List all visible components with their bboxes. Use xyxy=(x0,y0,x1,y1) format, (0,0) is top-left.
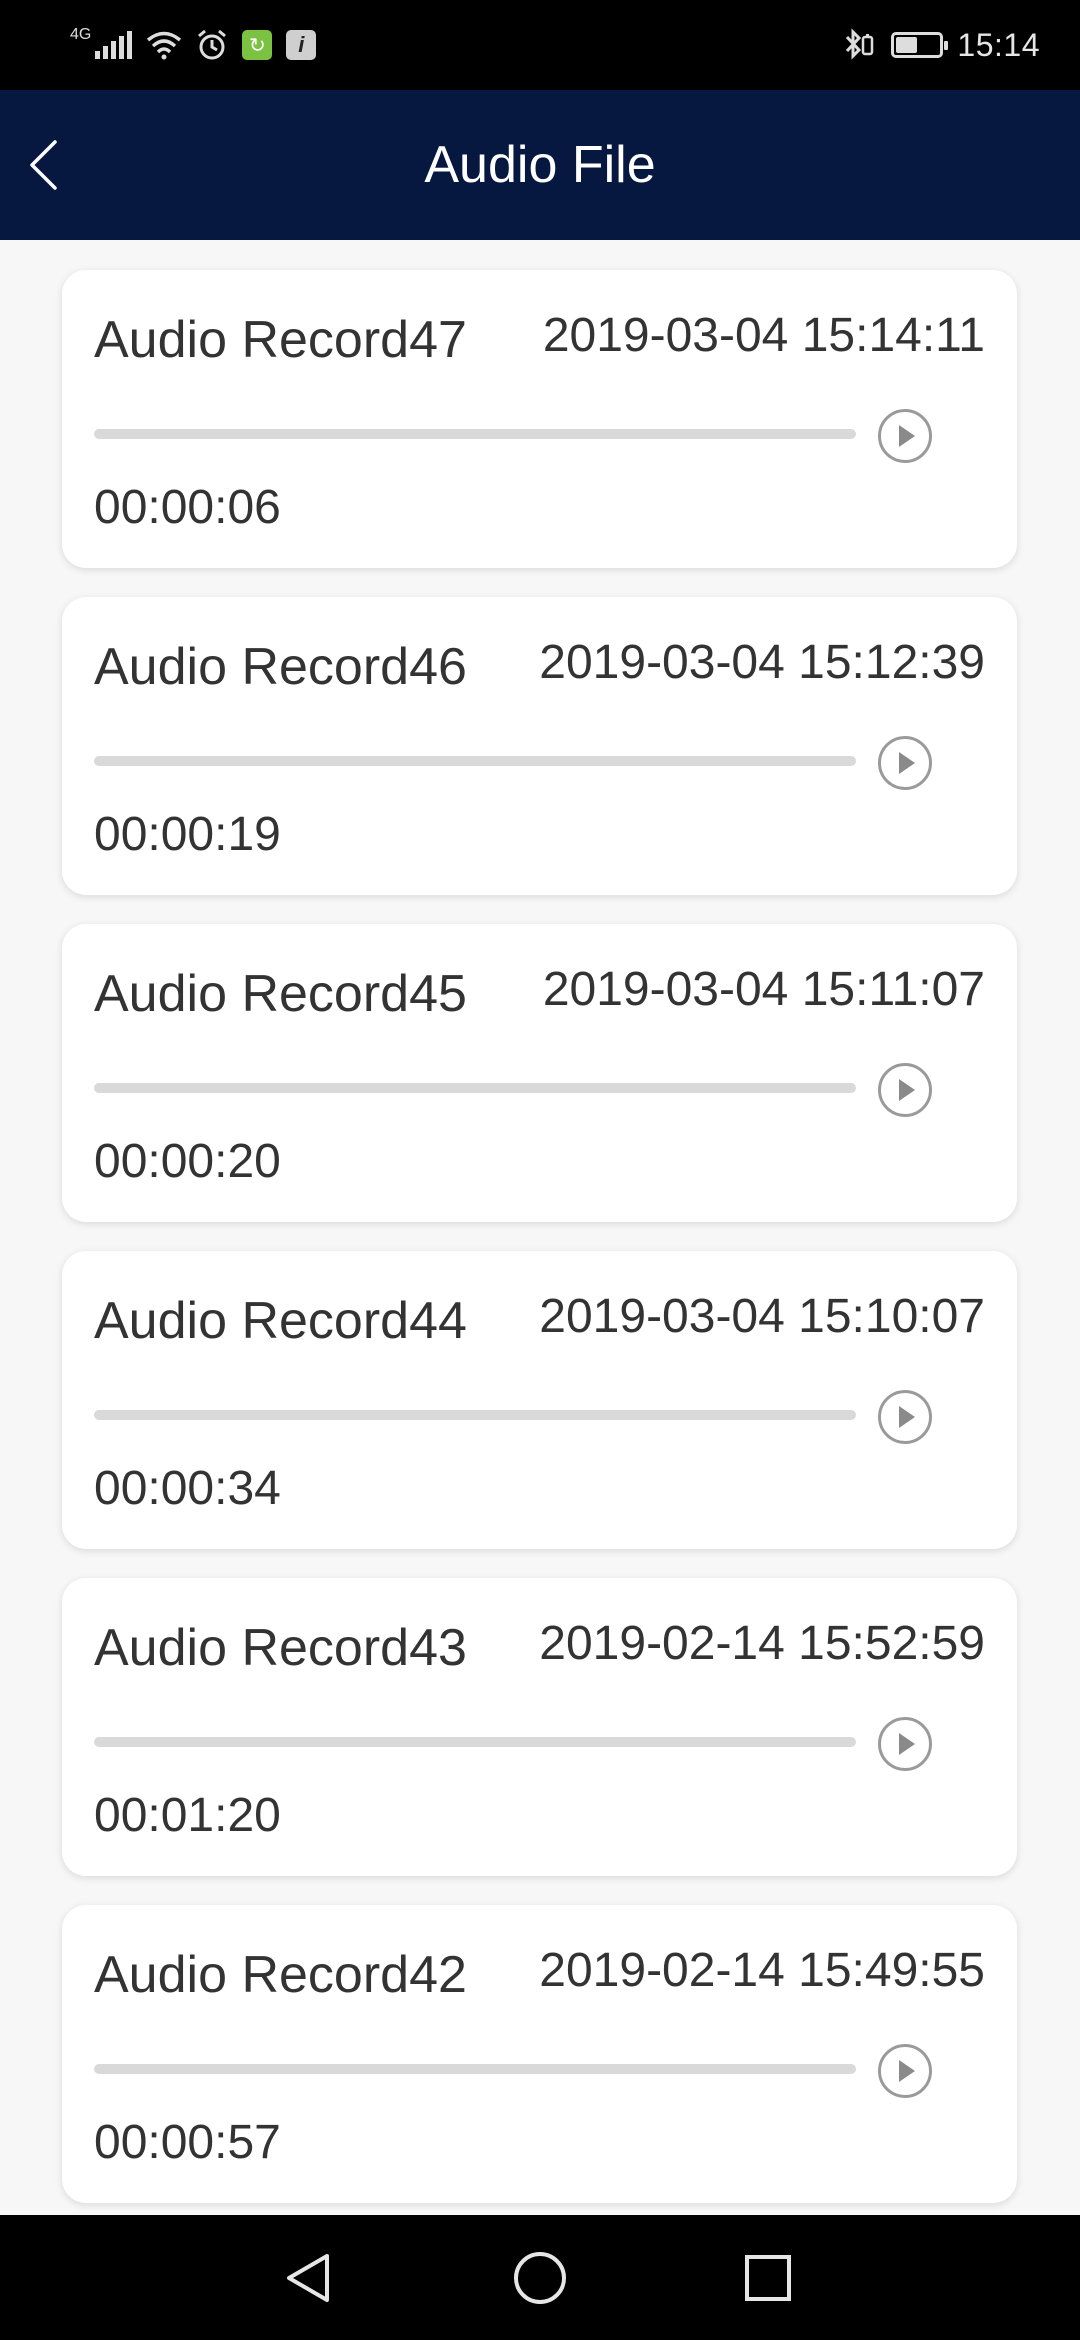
status-left-icons: 4G ↻ i xyxy=(70,26,317,61)
info-icon: i xyxy=(286,30,317,60)
system-nav-bar xyxy=(0,2215,1080,2340)
record-duration: 00:00:34 xyxy=(94,1462,281,1515)
record-name: Audio Record45 xyxy=(94,965,467,1023)
record-name: Audio Record42 xyxy=(94,1946,467,2004)
bluetooth-icon xyxy=(841,28,877,62)
record-date: 2019-02-14 15:49:55 xyxy=(539,1944,985,1997)
record-duration: 00:01:20 xyxy=(94,1789,281,1842)
network-type-label: 4G xyxy=(70,26,92,43)
playback-progress-bar[interactable] xyxy=(94,1410,856,1420)
record-duration: 00:00:19 xyxy=(94,808,281,861)
nav-home-button[interactable] xyxy=(500,2238,580,2318)
audio-record-list[interactable]: Audio Record47 2019-03-04 15:14:11 00:00… xyxy=(0,240,1080,2215)
playback-progress-bar[interactable] xyxy=(94,2064,856,2074)
record-date: 2019-03-04 15:12:39 xyxy=(539,636,985,689)
audio-record-card[interactable]: Audio Record45 2019-03-04 15:11:07 00:00… xyxy=(62,924,1017,1222)
audio-record-card[interactable]: Audio Record42 2019-02-14 15:49:55 00:00… xyxy=(62,1905,1017,2203)
play-icon[interactable] xyxy=(877,1062,933,1118)
playback-progress-bar[interactable] xyxy=(94,1083,856,1093)
playback-progress-bar[interactable] xyxy=(94,1737,856,1747)
play-icon[interactable] xyxy=(877,1716,933,1772)
audio-record-card[interactable]: Audio Record44 2019-03-04 15:10:07 00:00… xyxy=(62,1251,1017,1549)
status-right-icons: 15:14 xyxy=(841,27,1040,64)
record-name: Audio Record44 xyxy=(94,1292,467,1350)
nav-recents-button[interactable] xyxy=(728,2238,808,2318)
playback-progress-bar[interactable] xyxy=(94,429,856,439)
play-icon[interactable] xyxy=(877,735,933,791)
battery-level xyxy=(896,37,918,53)
alarm-icon xyxy=(196,29,228,61)
status-bar: 4G ↻ i 15:14 xyxy=(0,0,1080,90)
wifi-icon xyxy=(146,30,182,60)
play-icon[interactable] xyxy=(877,1389,933,1445)
record-duration: 00:00:57 xyxy=(94,2116,281,2169)
record-name: Audio Record46 xyxy=(94,638,467,696)
audio-record-card[interactable]: Audio Record46 2019-03-04 15:12:39 00:00… xyxy=(62,597,1017,895)
record-date: 2019-03-04 15:11:07 xyxy=(542,963,985,1016)
nav-back-button[interactable] xyxy=(268,2238,348,2318)
record-date: 2019-03-04 15:10:07 xyxy=(539,1290,985,1343)
record-name: Audio Record47 xyxy=(94,311,467,369)
playback-progress-bar[interactable] xyxy=(94,756,856,766)
app-badge-icon: ↻ xyxy=(242,30,273,60)
nav-home-icon xyxy=(514,2251,566,2304)
record-duration: 00:00:06 xyxy=(94,481,281,534)
audio-record-card[interactable]: Audio Record43 2019-02-14 15:52:59 00:01… xyxy=(62,1578,1017,1876)
record-name: Audio Record43 xyxy=(94,1619,467,1677)
play-icon[interactable] xyxy=(877,408,933,464)
record-date: 2019-03-04 15:14:11 xyxy=(542,309,985,362)
nav-back-icon xyxy=(287,2253,329,2302)
signal-icon xyxy=(95,31,133,59)
record-duration: 00:00:20 xyxy=(94,1135,281,1188)
audio-record-card[interactable]: Audio Record47 2019-03-04 15:14:11 00:00… xyxy=(62,270,1017,568)
record-date: 2019-02-14 15:52:59 xyxy=(539,1617,985,1670)
app-header: Audio File xyxy=(0,90,1080,240)
page-title: Audio File xyxy=(424,136,656,194)
status-time: 15:14 xyxy=(957,26,1040,63)
nav-recents-icon xyxy=(745,2254,791,2301)
back-button[interactable] xyxy=(14,125,74,205)
play-icon[interactable] xyxy=(877,2043,933,2099)
back-chevron-icon xyxy=(30,140,57,190)
battery-icon xyxy=(891,32,949,58)
